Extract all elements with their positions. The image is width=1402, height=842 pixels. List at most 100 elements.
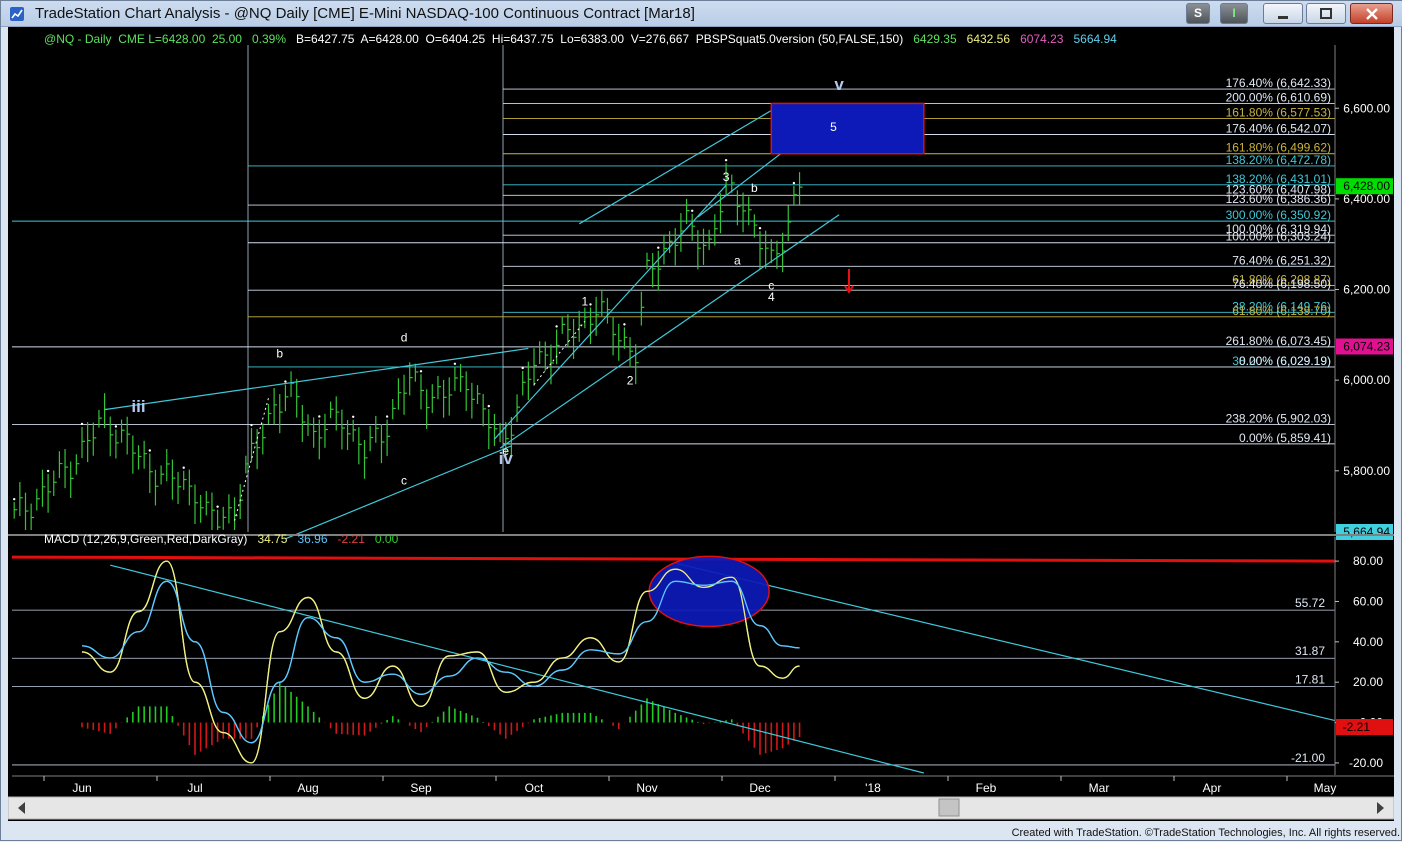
macd-axis: 80.0060.0040.0020.000.00-20.00-2.21 [1334,537,1393,775]
macd-tick-label: 40.00 [1353,635,1383,649]
fib-level-label: 176.40% (6,642.33) [1226,76,1331,90]
date-tick-label: Mar [1089,781,1110,795]
wave-label: v [834,75,844,94]
study-value-2: 6432.56 [967,32,1011,46]
fib-level-label: 76.40% (6,251.32) [1232,253,1331,267]
tradestation-app-icon [10,7,24,21]
bar-marker [555,325,558,328]
bid-label: B=6427.75 [296,32,355,46]
channel-line [104,347,529,411]
dotted-wave-line [533,320,586,386]
macd-level-label: 17.81 [1295,673,1325,687]
s-toolbar-button[interactable]: S [1186,3,1210,24]
fib-level-label: 123.60% (6,386.36) [1226,192,1331,206]
high-label: Hi=6437.75 [492,32,554,46]
wave-label: 2 [627,374,634,388]
fib-level-label: 176.40% (6,542.07) [1226,122,1331,136]
date-tick-label: Jul [187,781,202,795]
channel-line [285,445,512,540]
bar-marker [250,423,253,427]
study-value-1: 6429.35 [913,32,957,46]
macd-highlight-ellipse [648,555,770,628]
wave-label: iv [499,449,514,468]
wave-label: c [401,473,407,487]
date-tick-label: Sep [410,781,432,795]
study-value-3: 6074.23 [1020,32,1064,46]
date-tick-label: Apr [1203,781,1222,795]
wave-label: a [734,254,741,268]
price-tag-label: 5,664.94 [1343,525,1390,539]
macd-level-label: 55.72 [1295,596,1325,610]
bar-marker [385,415,389,418]
price-tag-label: 6,074.23 [1343,340,1390,354]
fib-level-label: 238.20% (5,902.03) [1226,412,1331,426]
low-label: Lo=6383.00 [560,32,624,46]
wave-label: 4 [768,290,775,304]
fib-level-label: 100.00% (6,303.24) [1226,230,1331,244]
wave-label: b [276,347,283,361]
scrollbar-track[interactable] [7,796,1395,820]
bar-marker [623,323,626,326]
bar-marker [691,209,694,212]
bar-marker [148,449,151,452]
date-tick-label: Aug [297,781,318,795]
bar-marker [657,246,660,249]
application-window: TradeStation Chart Analysis - @NQ Daily … [0,0,1402,841]
wave-label: b [751,181,758,195]
bar-marker [114,425,118,428]
chart-svg[interactable]: 176.40% (6,642.33)200.00% (6,610.69)161.… [7,27,1395,821]
date-tick-label: Feb [976,781,997,795]
bar-marker [182,466,185,469]
macd-trendline [110,564,924,774]
wave-label: iii [131,397,145,416]
bar-marker [13,497,16,501]
macd-level-label: -21.00 [1291,751,1325,765]
price-tick-label: 5,800.00 [1343,464,1390,478]
bar-marker [419,370,423,373]
minimize-icon [1278,16,1288,19]
macd-tick-label: 20.00 [1353,675,1383,689]
fib-level-label: 161.80% (6,577.53) [1226,105,1331,119]
date-axis: Jun Jul Aug Sep Oct Nov Dec '18 Feb Mar Apr May [12,775,1394,795]
target-zone-box [770,102,925,155]
macd-tag-label: -2.21 [1343,720,1371,734]
bar-marker [792,181,796,185]
wave-label: 3 [723,170,730,184]
date-tick-label: Oct [525,781,544,795]
fib-level-label: 300.00% (6,350.92) [1226,208,1331,222]
maximize-button[interactable] [1306,3,1346,24]
date-tick-label: Dec [749,781,770,795]
macd-value-label: 34.75 [257,532,287,546]
maximize-icon [1320,8,1332,19]
date-tick-label: '18 [865,781,881,795]
bar-marker [352,415,355,418]
fib-level-label: 76.40% (6,198.50) [1232,277,1331,291]
macd-tick-label: 60.00 [1353,594,1383,608]
zero-value-label: 0.00 [375,532,399,546]
price-tag-label: 6,428.00 [1343,179,1390,193]
fib-level-label: 61.80% (6,139.70) [1232,304,1331,318]
resistance-line [11,555,1336,563]
bar-marker [487,404,490,408]
fib-level-label: 0.00% (5,859.41) [1239,431,1331,445]
bar-marker [318,415,321,418]
price-fib-levels: 176.40% (6,642.33)200.00% (6,610.69)161.… [12,45,1335,532]
fib-level-label: 200.00% (6,610.69) [1226,90,1331,104]
horizontal-scrollbar[interactable] [7,796,1395,820]
wave-label: d [401,331,408,345]
wave-label: 1 [582,294,589,308]
price-header-line: @NQ - Daily CME L=6428.00 25.00 0.39% B=… [14,32,1140,46]
chart-area[interactable]: 176.40% (6,642.33) 200.00% (6,610.69) 161.… [7,27,1395,821]
macd-overlays [11,555,1336,774]
macd-trendline [675,562,1336,722]
minimize-button[interactable] [1263,3,1303,24]
bar-marker [216,505,219,508]
copyright-footer: Created with TradeStation. ©TradeStation… [1011,827,1400,839]
close-button[interactable] [1350,3,1393,24]
bar-marker [521,366,524,370]
last-label: L=6428.00 [148,32,205,46]
date-tick-label: Jun [72,781,91,795]
study-label: PBSPSquat5.0version (50,FALSE,150) [696,32,903,46]
i-toolbar-button[interactable]: I [1220,3,1248,24]
scrollbar-thumb[interactable] [938,798,960,817]
